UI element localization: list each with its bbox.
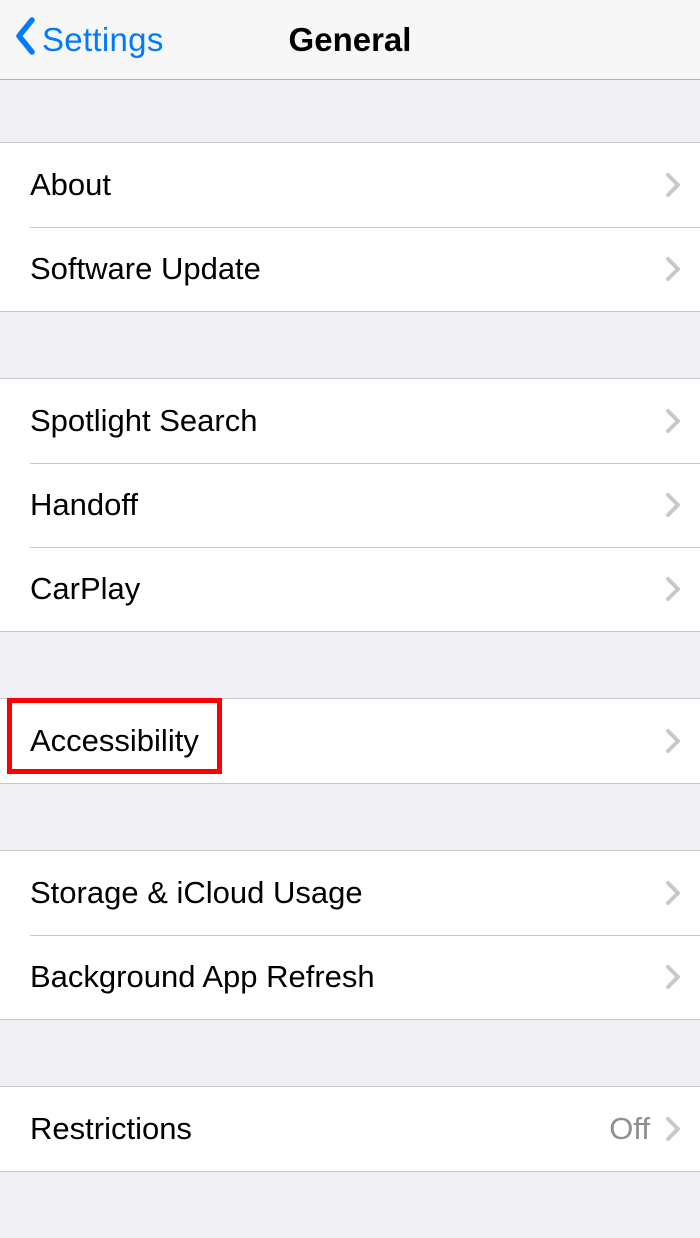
- row-label: CarPlay: [30, 571, 660, 607]
- row-background-app-refresh[interactable]: Background App Refresh: [0, 935, 700, 1019]
- row-handoff[interactable]: Handoff: [0, 463, 700, 547]
- settings-group: About Software Update: [0, 142, 700, 312]
- group-spacer: [0, 1020, 700, 1086]
- row-accessibility[interactable]: Accessibility: [0, 699, 700, 783]
- settings-group: Spotlight Search Handoff CarPlay: [0, 378, 700, 632]
- row-restrictions[interactable]: Restrictions Off: [0, 1087, 700, 1171]
- row-spotlight-search[interactable]: Spotlight Search: [0, 379, 700, 463]
- row-label: Restrictions: [30, 1111, 609, 1147]
- row-about[interactable]: About: [0, 143, 700, 227]
- settings-group: Restrictions Off: [0, 1086, 700, 1172]
- chevron-right-icon: [666, 409, 680, 433]
- group-spacer: [0, 312, 700, 378]
- row-label: Background App Refresh: [30, 959, 660, 995]
- chevron-left-icon: [14, 17, 42, 63]
- settings-group: Storage & iCloud Usage Background App Re…: [0, 850, 700, 1020]
- row-label: Accessibility: [30, 723, 660, 759]
- chevron-right-icon: [666, 173, 680, 197]
- row-label: Software Update: [30, 251, 660, 287]
- group-spacer: [0, 784, 700, 850]
- row-software-update[interactable]: Software Update: [0, 227, 700, 311]
- back-button[interactable]: Settings: [0, 0, 164, 79]
- row-label: Spotlight Search: [30, 403, 660, 439]
- chevron-right-icon: [666, 1117, 680, 1141]
- row-label: About: [30, 167, 660, 203]
- group-spacer: [0, 632, 700, 698]
- settings-group: Accessibility: [0, 698, 700, 784]
- row-value: Off: [609, 1111, 650, 1147]
- chevron-right-icon: [666, 257, 680, 281]
- row-label: Storage & iCloud Usage: [30, 875, 660, 911]
- group-spacer: [0, 1172, 700, 1238]
- chevron-right-icon: [666, 577, 680, 601]
- chevron-right-icon: [666, 493, 680, 517]
- navigation-bar: Settings General: [0, 0, 700, 80]
- group-spacer: [0, 80, 700, 142]
- row-label: Handoff: [30, 487, 660, 523]
- row-carplay[interactable]: CarPlay: [0, 547, 700, 631]
- row-storage-icloud[interactable]: Storage & iCloud Usage: [0, 851, 700, 935]
- back-label: Settings: [42, 21, 164, 59]
- chevron-right-icon: [666, 729, 680, 753]
- chevron-right-icon: [666, 965, 680, 989]
- chevron-right-icon: [666, 881, 680, 905]
